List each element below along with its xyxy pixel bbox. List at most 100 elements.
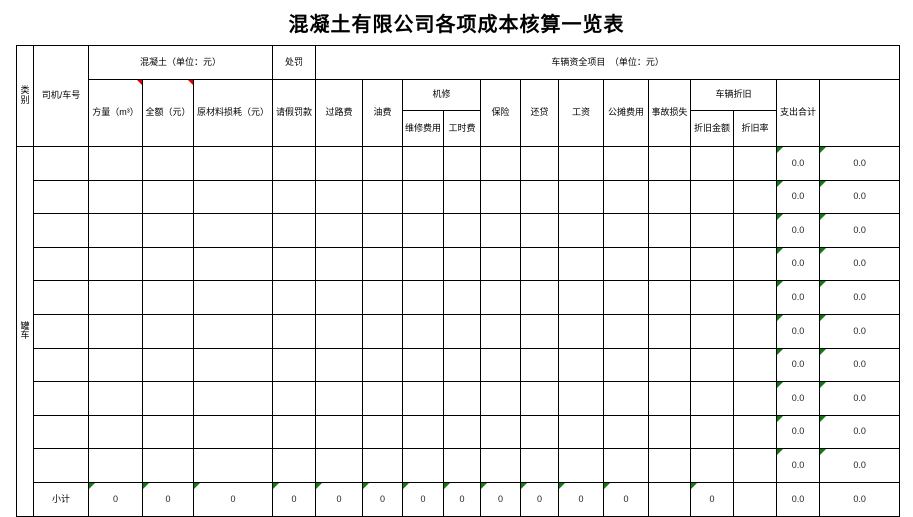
cell-dep-rate[interactable] [733, 381, 778, 416]
cell-shared-fee[interactable] [603, 179, 650, 215]
cell-fuel[interactable] [362, 179, 404, 215]
cell-material-loss[interactable] [192, 179, 274, 215]
cell-expense-total[interactable]: 0.0 [776, 448, 821, 483]
cell-driver[interactable] [33, 448, 89, 483]
cell-labor-fee[interactable] [443, 213, 482, 248]
cell-shared-fee[interactable] [603, 347, 650, 383]
cell-volume[interactable] [88, 213, 143, 248]
cell-labor-fee[interactable] [443, 448, 482, 483]
cell-loan[interactable] [520, 146, 560, 181]
cell-repair-fee[interactable] [402, 146, 445, 181]
cell-salary[interactable] [558, 146, 605, 181]
cell-driver[interactable] [33, 347, 89, 383]
cell-dep-rate[interactable] [733, 280, 778, 315]
cell-repair-fee[interactable] [402, 280, 445, 315]
cell-toll[interactable] [315, 414, 364, 450]
table-row[interactable]: 0.0 0.0 [17, 347, 901, 383]
table-row[interactable]: 0.0 0.0 [17, 381, 901, 416]
cell-toll[interactable] [315, 280, 364, 315]
cell-total-fuel[interactable]: 0 [362, 481, 404, 517]
cell-shared-fee[interactable] [603, 448, 650, 483]
cell-surplus[interactable]: 0.0 [819, 347, 901, 383]
cell-total-expense-total[interactable]: 0.0 [776, 481, 821, 517]
cell-repair-fee[interactable] [402, 213, 445, 248]
cell-leave-fine[interactable] [272, 313, 317, 349]
cell-expense-total[interactable]: 0.0 [776, 179, 821, 215]
cell-total-accident-loss[interactable] [648, 481, 692, 517]
cell-loan[interactable] [520, 179, 560, 215]
cell-amount[interactable] [142, 146, 194, 181]
cell-toll[interactable] [315, 146, 364, 181]
cell-fuel[interactable] [362, 246, 404, 282]
cell-labor-fee[interactable] [443, 313, 482, 349]
cell-insurance[interactable] [480, 414, 522, 450]
cell-total-toll[interactable]: 0 [315, 481, 364, 517]
cell-amount[interactable] [142, 414, 194, 450]
table-row[interactable]: 0.0 0.0 [17, 414, 901, 450]
cell-expense-total[interactable]: 0.0 [776, 381, 821, 416]
cell-shared-fee[interactable] [603, 213, 650, 248]
cell-amount[interactable] [142, 313, 194, 349]
table-row[interactable]: 罐车 0.0 0.0 [16, 146, 901, 517]
cell-insurance[interactable] [480, 146, 522, 181]
cell-surplus[interactable]: 0.0 [819, 313, 901, 349]
cell-salary[interactable] [558, 347, 605, 383]
cell-surplus[interactable]: 0.0 [819, 179, 901, 215]
cell-fuel[interactable] [362, 381, 404, 416]
cell-dep-amount[interactable] [690, 246, 735, 282]
cell-material-loss[interactable] [192, 246, 274, 282]
cell-loan[interactable] [520, 213, 560, 248]
cell-insurance[interactable] [480, 381, 522, 416]
cell-surplus[interactable]: 0.0 [819, 246, 901, 282]
cell-volume[interactable] [88, 381, 143, 416]
cell-salary[interactable] [558, 313, 605, 349]
cell-amount[interactable] [142, 381, 194, 416]
cell-loan[interactable] [520, 246, 560, 282]
cell-dep-amount[interactable] [690, 280, 735, 315]
cell-dep-amount[interactable] [690, 381, 735, 416]
cell-leave-fine[interactable] [272, 213, 317, 248]
cell-accident-loss[interactable] [648, 213, 692, 248]
cell-driver[interactable] [33, 414, 89, 450]
table-row[interactable]: 0.0 0.0 [17, 448, 901, 483]
cell-amount[interactable] [142, 179, 194, 215]
table-row[interactable]: 0.0 0.0 [17, 246, 901, 282]
cell-insurance[interactable] [480, 313, 522, 349]
cell-amount[interactable] [142, 280, 194, 315]
cell-total-labor-fee[interactable]: 0 [443, 481, 482, 517]
cell-toll[interactable] [315, 313, 364, 349]
cell-dep-rate[interactable] [733, 179, 778, 215]
cell-expense-total[interactable]: 0.0 [776, 280, 821, 315]
cell-shared-fee[interactable] [603, 246, 650, 282]
cell-repair-fee[interactable] [402, 414, 445, 450]
cell-material-loss[interactable] [192, 146, 274, 181]
table-row[interactable]: 0.0 0.0 [17, 179, 901, 215]
cell-volume[interactable] [88, 347, 143, 383]
cell-total-volume[interactable]: 0 [88, 481, 143, 517]
cell-material-loss[interactable] [192, 448, 274, 483]
subtotal-row[interactable]: 小计 0 0 0 0 0 0 0 0 0 0 0 0 0 0.0 0.0 [17, 481, 901, 517]
cell-fuel[interactable] [362, 448, 404, 483]
cell-leave-fine[interactable] [272, 179, 317, 215]
cell-total-material-loss[interactable]: 0 [192, 481, 274, 517]
cell-labor-fee[interactable] [443, 280, 482, 315]
cell-shared-fee[interactable] [603, 414, 650, 450]
cell-total-repair-fee[interactable]: 0 [402, 481, 445, 517]
cell-salary[interactable] [558, 213, 605, 248]
cell-labor-fee[interactable] [443, 414, 482, 450]
cell-material-loss[interactable] [192, 414, 274, 450]
cell-loan[interactable] [520, 280, 560, 315]
cell-total-surplus[interactable]: 0.0 [819, 481, 901, 517]
cell-repair-fee[interactable] [402, 347, 445, 383]
cell-fuel[interactable] [362, 213, 404, 248]
cell-total-shared-fee[interactable]: 0 [603, 481, 650, 517]
cell-expense-total[interactable]: 0.0 [776, 347, 821, 383]
cell-shared-fee[interactable] [603, 280, 650, 315]
cell-expense-total[interactable]: 0.0 [776, 146, 821, 181]
cell-volume[interactable] [88, 448, 143, 483]
cell-accident-loss[interactable] [648, 280, 692, 315]
cell-labor-fee[interactable] [443, 347, 482, 383]
cell-dep-amount[interactable] [690, 213, 735, 248]
cell-accident-loss[interactable] [648, 246, 692, 282]
cell-leave-fine[interactable] [272, 347, 317, 383]
